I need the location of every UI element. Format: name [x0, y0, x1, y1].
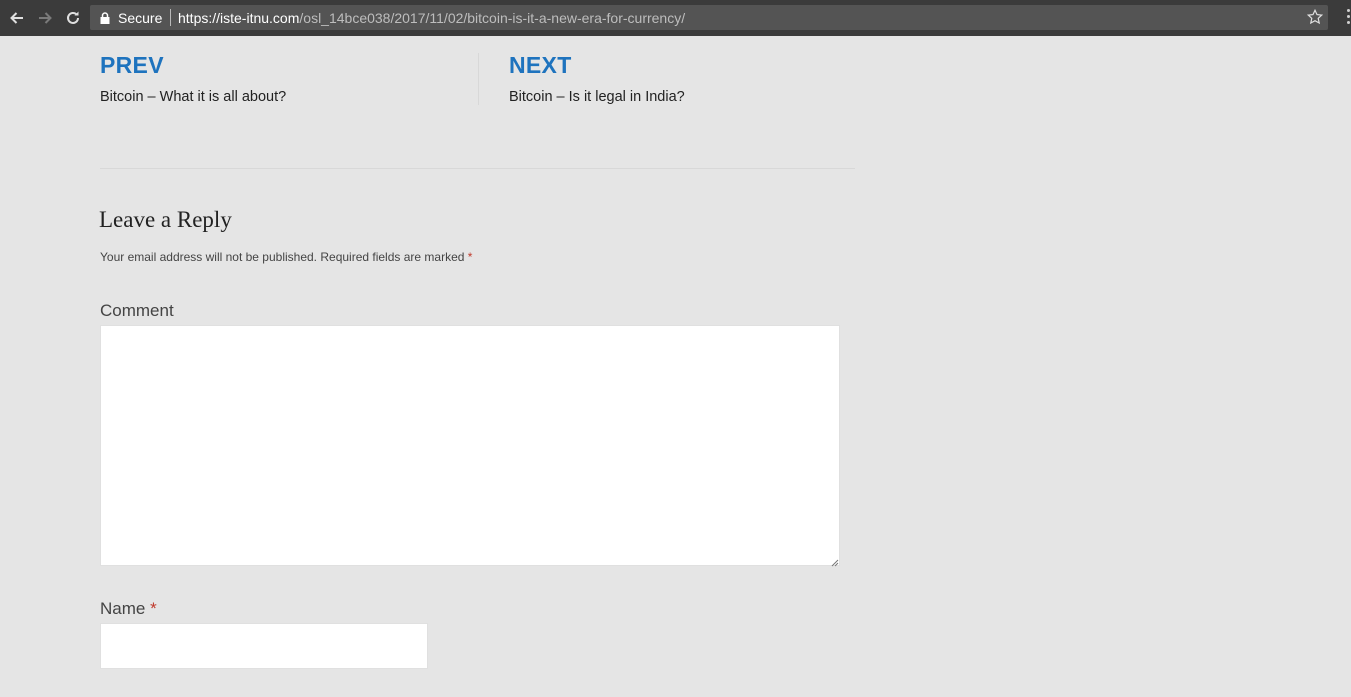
- address-bar[interactable]: Secure https://iste-itnu.com/osl_14bce03…: [90, 5, 1328, 30]
- next-post-link[interactable]: NEXT Bitcoin – Is it legal in India?: [509, 52, 685, 105]
- comment-label: Comment: [100, 301, 174, 320]
- section-divider: [100, 168, 855, 169]
- prev-post-link[interactable]: PREV Bitcoin – What it is all about?: [100, 52, 286, 105]
- reload-icon[interactable]: [62, 7, 84, 29]
- name-input[interactable]: [100, 623, 428, 669]
- name-label-row: Name *: [100, 599, 157, 619]
- address-separator: [170, 9, 171, 26]
- notes-text: Your email address will not be published…: [100, 250, 465, 264]
- prev-post-title[interactable]: Bitcoin – What it is all about?: [100, 89, 286, 105]
- name-label: Name: [100, 599, 146, 618]
- menu-icon[interactable]: [1345, 9, 1351, 29]
- nav-divider: [478, 53, 479, 105]
- browser-toolbar: Secure https://iste-itnu.com/osl_14bce03…: [0, 0, 1351, 36]
- secure-label: Secure: [118, 10, 163, 26]
- comment-notes: Your email address will not be published…: [100, 250, 472, 264]
- forward-arrow-icon[interactable]: [34, 7, 56, 29]
- lock-icon: [100, 11, 110, 29]
- url-domain: https://iste-itnu.com: [178, 10, 300, 26]
- back-arrow-icon[interactable]: [6, 7, 28, 29]
- next-label[interactable]: NEXT: [509, 52, 685, 79]
- star-icon[interactable]: [1306, 8, 1324, 31]
- url-path: /osl_14bce038/2017/11/02/bitcoin-is-it-a…: [299, 10, 686, 26]
- prev-label[interactable]: PREV: [100, 52, 286, 79]
- reply-heading: Leave a Reply: [99, 207, 232, 232]
- resize-handle-icon[interactable]: [829, 554, 839, 572]
- next-post-title[interactable]: Bitcoin – Is it legal in India?: [509, 89, 685, 105]
- url-text[interactable]: https://iste-itnu.com/osl_14bce038/2017/…: [178, 10, 685, 26]
- name-required-mark: *: [150, 599, 157, 618]
- comment-textarea[interactable]: [100, 325, 840, 566]
- required-mark: *: [467, 250, 473, 264]
